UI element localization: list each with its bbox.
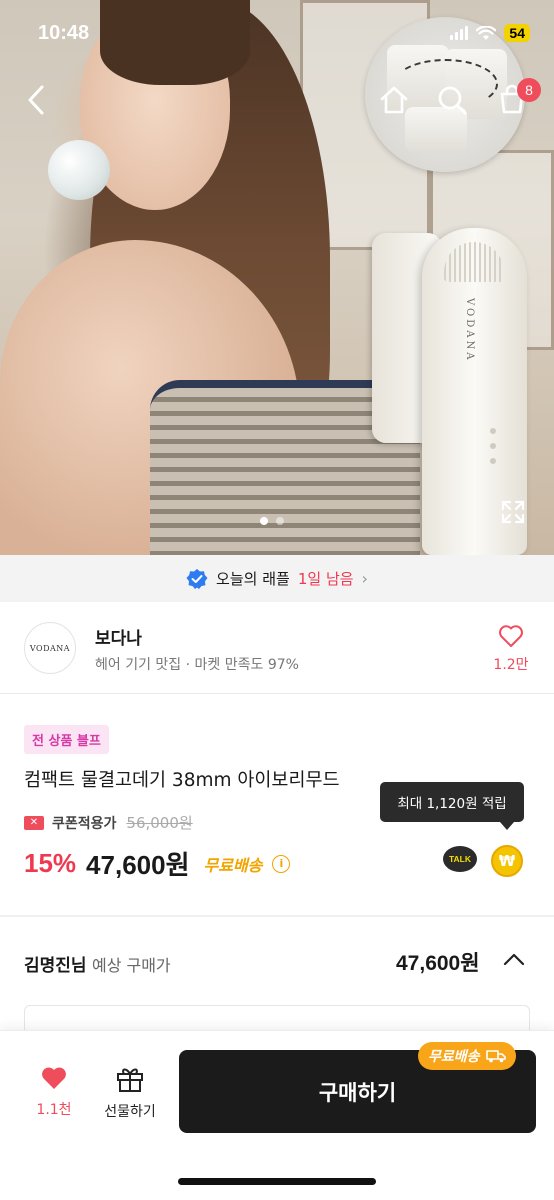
info-icon[interactable]: i	[272, 854, 291, 873]
expected-price-section[interactable]: 김명진님 예상 구매가 47,600원	[0, 918, 554, 1004]
cart-count-badge: 8	[517, 78, 541, 102]
pager-dot-active	[260, 517, 268, 525]
wifi-icon	[476, 25, 497, 40]
points-tooltip: 최대 1,120원 적립	[380, 782, 524, 830]
gift-button[interactable]: 선물하기	[98, 1065, 162, 1121]
shop-info[interactable]: VODANA 보다나 헤어 기기 맛집 · 마켓 만족도 97% 1.2만	[0, 602, 554, 694]
expected-price-caption: 예상 구매가	[91, 956, 171, 975]
status-time: 10:48	[38, 22, 90, 44]
like-button[interactable]: 1.1천	[28, 1065, 80, 1119]
free-shipping-label: 무료배송	[203, 855, 263, 875]
shop-like-count: 1.2만	[493, 657, 529, 673]
truck-icon	[485, 1050, 506, 1063]
gift-icon	[117, 1068, 143, 1092]
signal-icon	[450, 26, 469, 40]
kakao-talk-button[interactable]: TALK	[443, 846, 477, 876]
gift-label: 선물하기	[104, 1104, 156, 1120]
product-image-carousel[interactable]: VODANA 10:48 54 8	[0, 0, 554, 555]
shop-description: 헤어 기기 맛집 · 마켓 만족도 97%	[95, 657, 299, 673]
bottom-action-bar: 1.1천 선물하기 구매하기 무료배송	[0, 1030, 554, 1200]
carousel-pager	[260, 517, 284, 525]
chevron-right-icon: ›	[361, 569, 368, 588]
fullscreen-button[interactable]	[498, 497, 528, 527]
model-bangs	[100, 0, 250, 85]
free-shipping-badge: 무료배송	[418, 1042, 516, 1070]
like-count: 1.1천	[36, 1102, 72, 1118]
section-divider	[0, 915, 554, 917]
product-title: 컴팩트 물결고데기 38mm 아이보리무드	[24, 770, 340, 791]
back-button[interactable]	[20, 82, 52, 118]
expand-toggle[interactable]	[503, 951, 525, 970]
bubble-gum	[48, 140, 110, 200]
expected-price-label: 김명진님 예상 구매가	[24, 951, 171, 976]
home-indicator	[178, 1178, 376, 1185]
iron-brand-text: VODANA	[464, 298, 475, 363]
sale-price: 47,600원	[86, 850, 190, 880]
coupon-label: 쿠폰적용가	[52, 815, 117, 832]
shop-name: 보다나	[95, 629, 142, 649]
chevron-up-icon	[503, 953, 525, 966]
daily-raffle-banner[interactable]: 오늘의 래플 1일 남음 ›	[0, 555, 554, 602]
home-icon	[380, 86, 408, 114]
shop-logo: VODANA	[24, 622, 76, 674]
verified-badge-icon	[186, 568, 208, 589]
raffle-title: 오늘의 래플	[216, 570, 290, 588]
user-name: 김명진님	[24, 956, 87, 976]
shop-like-button[interactable]: 1.2만	[490, 624, 532, 674]
original-price: 56,000원	[126, 814, 193, 832]
pager-dot	[276, 517, 284, 525]
expected-price-amount: 47,600원	[396, 952, 480, 975]
promo-tag: 전 상품 블프	[24, 725, 109, 754]
heart-filled-icon	[42, 1067, 66, 1089]
talk-icon: TALK	[443, 846, 477, 872]
status-icons: 54	[450, 24, 530, 42]
search-button[interactable]	[434, 82, 470, 118]
coupon-icon: ✕	[24, 815, 44, 830]
discount-rate: 15%	[24, 848, 77, 878]
back-chevron-icon	[28, 85, 44, 115]
iron-button	[490, 428, 496, 434]
free-shipping-badge-label: 무료배송	[428, 1049, 480, 1065]
iron-button	[490, 458, 496, 464]
points-coin-button[interactable]: ₩	[491, 845, 523, 877]
home-button[interactable]	[376, 82, 412, 118]
coupon-price-row: ✕ 쿠폰적용가 56,000원	[24, 812, 193, 833]
iron-button	[490, 443, 496, 449]
search-icon	[438, 86, 467, 115]
raffle-remaining: 1일 남음	[297, 570, 354, 588]
fullscreen-icon	[501, 500, 525, 524]
heart-outline-icon	[499, 625, 523, 647]
price-row: 15% 47,600원 무료배송 i	[24, 845, 291, 882]
battery-indicator: 54	[504, 24, 530, 42]
